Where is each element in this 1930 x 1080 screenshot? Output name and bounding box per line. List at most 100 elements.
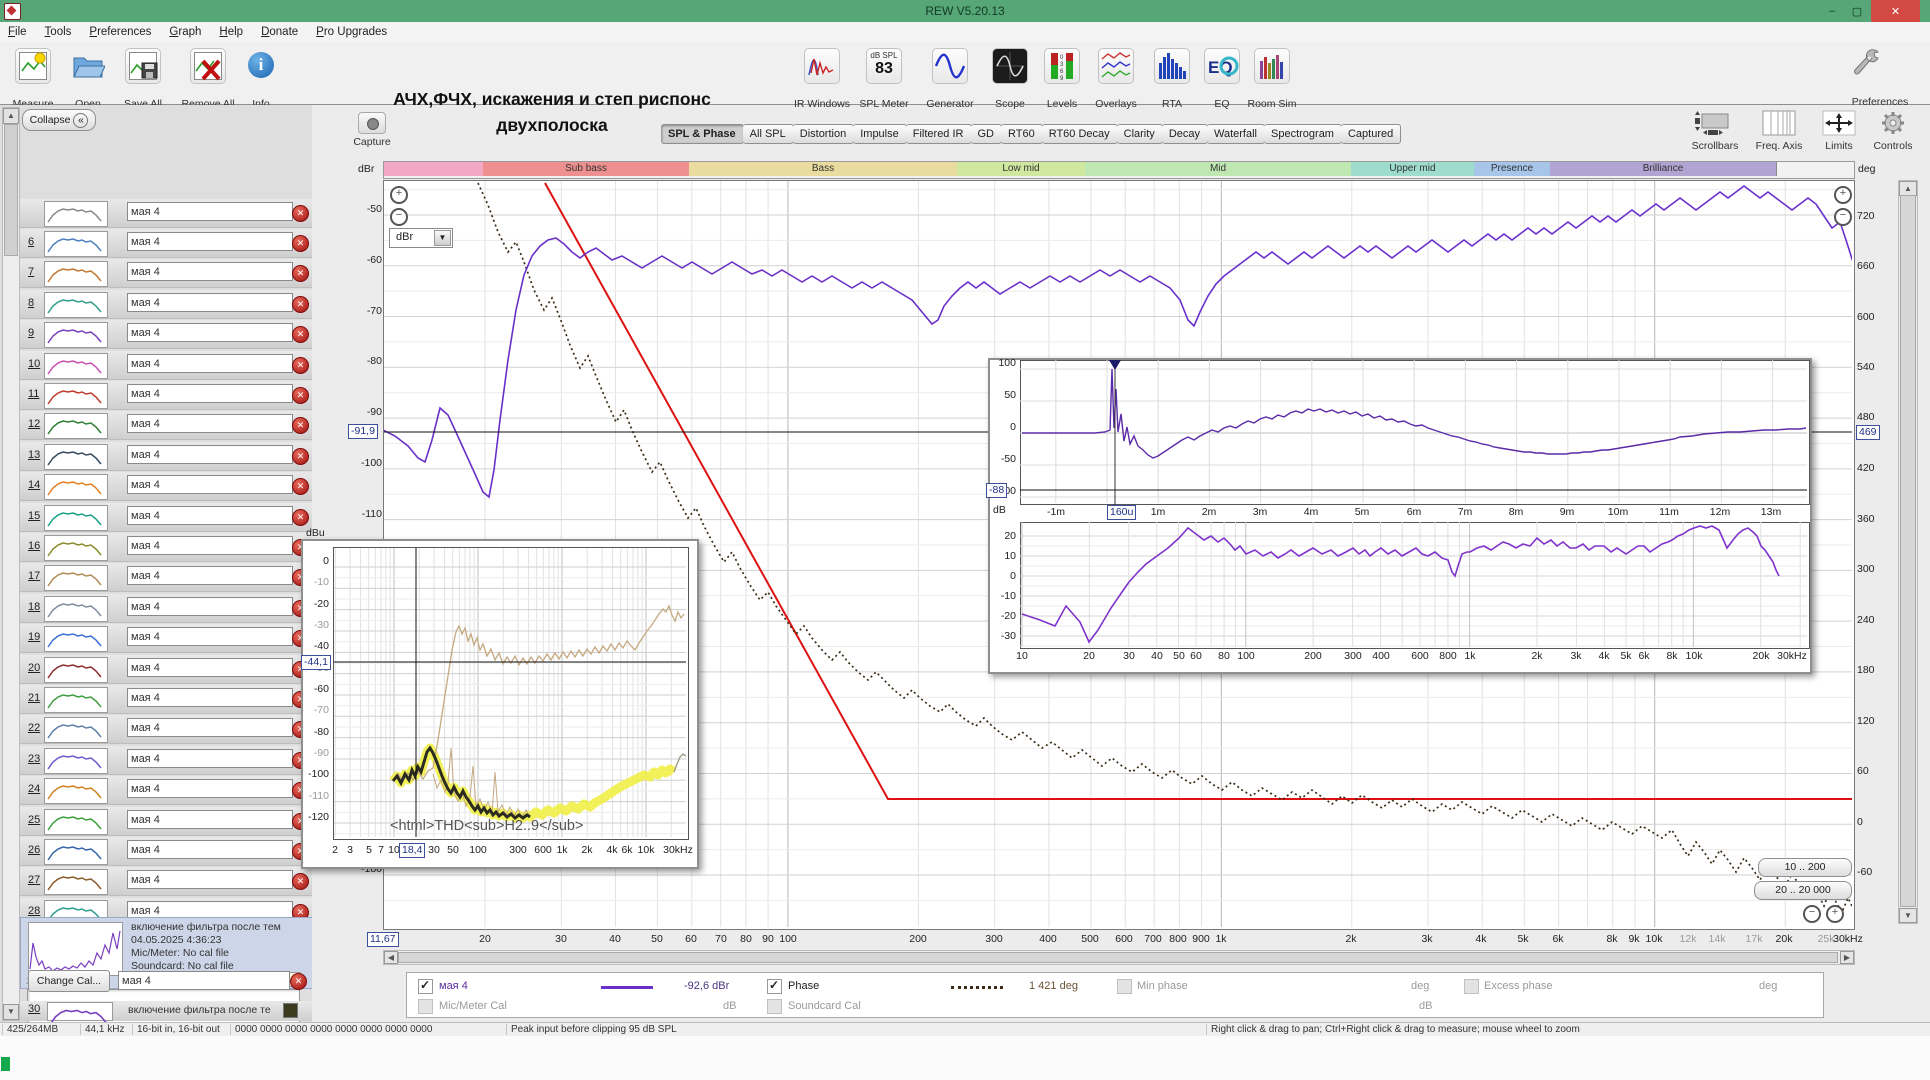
graph-tab[interactable]: Impulse (853, 124, 907, 144)
graph-tab[interactable]: All SPL (743, 124, 794, 144)
measurement-row[interactable]: 23 ✕ (20, 746, 312, 775)
measurement-row[interactable]: 14 ✕ (20, 472, 312, 501)
delete-measurement-button[interactable]: ✕ (292, 448, 309, 465)
delete-measurement-button[interactable]: ✕ (292, 357, 309, 374)
scroll-up-arrow[interactable]: ▲ (3, 108, 19, 124)
graph-tab[interactable]: Decay (1162, 124, 1208, 144)
save-all-button[interactable]: Save All (115, 48, 171, 84)
measurement-row[interactable]: 19 ✕ (20, 624, 312, 653)
limits-button[interactable]: Limits (1822, 110, 1856, 139)
scope-button[interactable]: Scope (982, 48, 1038, 84)
scroll-down-arrow[interactable]: ▼ (3, 1004, 19, 1020)
close-button[interactable]: ✕ (1871, 0, 1920, 22)
room-sim-button[interactable]: Room Sim (1244, 48, 1300, 84)
measurement-row[interactable]: 7 ✕ (20, 259, 312, 288)
menu-item[interactable]: Tools (45, 26, 72, 38)
trace-visible-checkbox[interactable] (418, 979, 433, 994)
measurement-row[interactable]: 18 ✕ (20, 594, 312, 623)
delete-measurement-button[interactable]: ✕ (292, 509, 309, 526)
graph-tab[interactable]: Distortion (793, 124, 854, 144)
menu-item[interactable]: Pro Upgrades (316, 26, 387, 38)
measurement-name-input[interactable] (127, 688, 293, 707)
delete-measurement-button[interactable]: ✕ (292, 478, 309, 495)
preferences-button[interactable]: Preferences (1852, 46, 1908, 76)
graph-tab[interactable]: RT60 (1001, 124, 1043, 144)
measurement-row[interactable]: 10 ✕ (20, 351, 312, 380)
info-button[interactable]: i Info (233, 48, 289, 78)
measurement-number[interactable]: 30 (28, 1003, 46, 1015)
measurement-name-input[interactable] (127, 475, 293, 494)
collapse-sidebar-button[interactable]: Collapse « (22, 109, 96, 131)
zoom-out-button[interactable]: − (1803, 905, 1821, 923)
graph-tab[interactable]: Captured (1341, 124, 1401, 144)
remove-all-button[interactable]: Remove All (180, 48, 236, 84)
excess-phase-checkbox[interactable] (1464, 979, 1479, 994)
scrollbars-button[interactable]: Scrollbars (1694, 110, 1734, 139)
measurement-name-input[interactable] (127, 232, 293, 251)
measurement-row[interactable]: 25 ✕ (20, 807, 312, 836)
delete-measurement-button[interactable]: ✕ (292, 387, 309, 404)
overlays-button[interactable]: Overlays (1088, 48, 1144, 84)
mic-cal-checkbox[interactable] (418, 999, 433, 1014)
measurement-name-input[interactable] (127, 354, 293, 373)
spl-meter-button[interactable]: dB SPL 83 SPL Meter (856, 48, 912, 84)
freq-range-20-20000-button[interactable]: 20 .. 20 000 (1754, 881, 1852, 900)
graph-tab[interactable]: Filtered IR (906, 124, 972, 144)
measurement-row[interactable]: 9 ✕ (20, 320, 312, 349)
phase-visible-checkbox[interactable] (767, 979, 782, 994)
measurement-row[interactable]: 16 ✕ (20, 533, 312, 562)
zoom-out-button[interactable]: − (1834, 208, 1852, 226)
measurement-name-input[interactable] (127, 536, 293, 555)
scroll-left-arrow[interactable]: ◀ (384, 951, 398, 964)
delete-measurement-button[interactable]: ✕ (290, 973, 307, 990)
measurement-name-input[interactable] (127, 840, 293, 859)
measure-button[interactable]: Measure (5, 48, 61, 84)
menu-item[interactable]: Preferences (89, 26, 151, 38)
measurement-name-input[interactable] (127, 870, 293, 889)
measurement-name-input[interactable] (127, 597, 293, 616)
levels-button[interactable]: 0369 Levels (1034, 48, 1090, 84)
zoom-out-button[interactable]: − (390, 208, 408, 226)
zoom-in-button[interactable]: + (1834, 186, 1852, 204)
delete-measurement-button[interactable]: ✕ (292, 873, 309, 890)
measurement-name-input[interactable] (127, 293, 293, 312)
delete-measurement-button[interactable]: ✕ (292, 296, 309, 313)
measurement-name-input[interactable] (118, 971, 290, 990)
measurement-name-input[interactable] (127, 262, 293, 281)
delete-measurement-button[interactable]: ✕ (292, 235, 309, 252)
eq-button[interactable]: EQ EQ (1194, 48, 1250, 84)
delete-measurement-button[interactable]: ✕ (292, 205, 309, 222)
horizontal-scroll-thumb[interactable] (398, 952, 1838, 963)
vertical-scroll-thumb[interactable] (1900, 195, 1916, 907)
measurement-row[interactable]: 12 ✕ (20, 411, 312, 440)
controls-button[interactable]: Controls (1878, 110, 1908, 139)
measurement-row[interactable]: 22 ✕ (20, 715, 312, 744)
measurement-row[interactable]: 20 ✕ (20, 655, 312, 684)
measurement-name-input[interactable] (127, 202, 293, 221)
measurement-row[interactable]: 21 ✕ (20, 685, 312, 714)
min-phase-checkbox[interactable] (1117, 979, 1132, 994)
delete-measurement-button[interactable]: ✕ (292, 417, 309, 434)
rta-button[interactable]: RTA (1144, 48, 1200, 84)
measurements-scrollbar[interactable]: ▲ ▼ (2, 107, 20, 1021)
graph-tab[interactable]: RT60 Decay (1042, 124, 1118, 144)
generator-button[interactable]: Generator (922, 48, 978, 84)
delete-measurement-button[interactable]: ✕ (292, 265, 309, 282)
vertical-scrollbar[interactable]: ▲ ▼ (1898, 180, 1918, 924)
measurement-name-input[interactable] (127, 414, 293, 433)
graph-tab[interactable]: Spectrogram (1264, 124, 1342, 144)
freq-range-10-200-button[interactable]: 10 .. 200 (1758, 858, 1852, 877)
freq-axis-button[interactable]: Freq. Axis (1762, 110, 1796, 139)
measurement-name-input[interactable] (127, 445, 293, 464)
measurement-row[interactable]: 30 включение фильтра после те (20, 1001, 312, 1021)
graph-tab[interactable]: SPL & Phase (661, 124, 744, 144)
scroll-right-arrow[interactable]: ▶ (1840, 951, 1854, 964)
menu-item[interactable]: Help (219, 26, 243, 38)
menu-item[interactable]: Graph (169, 26, 201, 38)
measurement-row[interactable]: 11 ✕ (20, 381, 312, 410)
zoom-in-button[interactable]: + (390, 186, 408, 204)
measurement-row[interactable]: 6 ✕ (20, 229, 312, 258)
measurement-name-input[interactable] (127, 506, 293, 525)
scroll-thumb[interactable] (4, 124, 18, 256)
measurement-row[interactable]: ✕ (20, 199, 312, 228)
